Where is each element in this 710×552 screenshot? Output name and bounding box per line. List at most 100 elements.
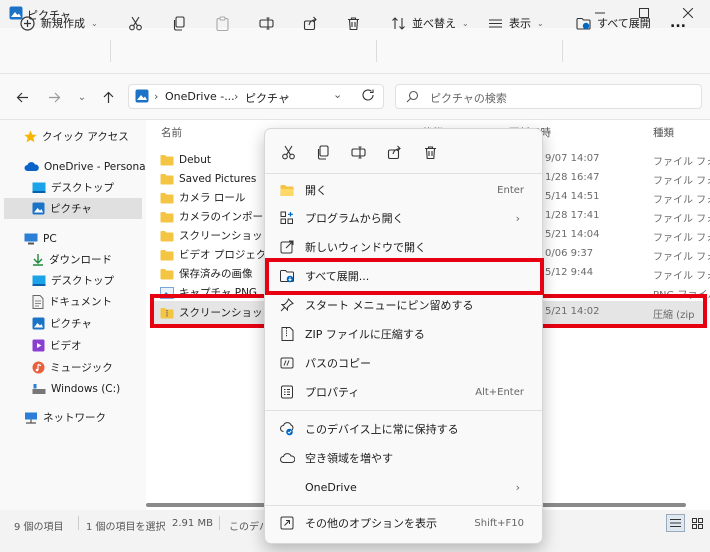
menu-item-shortcut: Shift+F10: [474, 517, 524, 529]
more-options-icon: [279, 515, 295, 531]
menu-item-label: 開く: [305, 184, 327, 197]
chevron-down-icon: ⌄: [537, 18, 544, 28]
tiles-view-button[interactable]: [688, 514, 707, 532]
status-info: このデバ: [229, 522, 269, 533]
breadcrumb-pictures[interactable]: ピクチャ: [245, 90, 289, 106]
sidebar-item-videos[interactable]: ビデオ: [32, 335, 82, 356]
menu-item-pin-start[interactable]: スタート メニューにピン留めする: [275, 292, 534, 318]
pc-icon: [24, 233, 38, 245]
recent-dropdown[interactable]: ⌄: [70, 86, 94, 108]
menu-item-more-options[interactable]: その他のオプションを表示 Shift+F10: [275, 510, 534, 536]
menu-item-open-with[interactable]: プログラムから開く ›: [275, 205, 534, 231]
more-button[interactable]: ...: [664, 8, 692, 38]
refresh-icon[interactable]: [361, 88, 375, 102]
sidebar-item-pc[interactable]: PC: [24, 228, 57, 249]
menu-item-compress-zip[interactable]: ZIP ファイルに圧縮する: [275, 321, 534, 347]
extract-all-toolbar-button[interactable]: すべて展開: [570, 8, 657, 38]
column-header-type[interactable]: 種類: [653, 125, 674, 140]
file-type: ファイル フォル: [653, 214, 710, 225]
chevron-down-icon: ⌄: [91, 18, 98, 28]
menu-item-open[interactable]: 開く Enter: [275, 177, 534, 203]
cut-button[interactable]: [122, 8, 149, 38]
ctx-copy-button[interactable]: [310, 139, 336, 165]
file-row-screenshots[interactable]: スクリーンショット: [160, 226, 273, 245]
menu-item-label: スタート メニューにピン留めする: [305, 299, 474, 312]
new-label: 新規作成: [41, 17, 85, 30]
ctx-cut-button[interactable]: [275, 139, 301, 165]
search-placeholder: ピクチャの検索: [430, 92, 507, 105]
extract-all-label: すべて展開: [597, 17, 651, 30]
menu-item-onedrive[interactable]: OneDrive ›: [275, 474, 534, 500]
menu-divider: [265, 505, 542, 506]
menu-divider: [265, 410, 542, 411]
zip-icon: [279, 326, 295, 342]
delete-button[interactable]: [340, 8, 367, 38]
file-row-video-projects[interactable]: ビデオ プロジェクト: [160, 245, 277, 264]
search-box[interactable]: ピクチャの検索: [395, 84, 702, 109]
keep-device-icon: [279, 421, 295, 437]
breadcrumb-onedrive[interactable]: OneDrive -...: [165, 90, 235, 103]
menu-item-shortcut: Enter: [497, 184, 524, 196]
forward-button[interactable]: [42, 86, 66, 108]
menu-item-properties[interactable]: プロパティ Alt+Enter: [275, 379, 534, 405]
address-bar[interactable]: › OneDrive -... › ピクチャ › ⌄: [128, 84, 384, 109]
share-icon: [303, 16, 318, 31]
sidebar-item-downloads[interactable]: ダウンロード: [32, 249, 112, 270]
arrow-right-icon: [48, 91, 61, 104]
ctx-rename-button[interactable]: [345, 139, 371, 165]
rename-button[interactable]: [253, 8, 280, 38]
divider: [78, 516, 79, 530]
file-name: Saved Pictures: [179, 172, 257, 185]
pictures-icon: [32, 317, 45, 330]
sidebar-item-label: ネットワーク: [43, 412, 106, 424]
status-size: 2.91 MB: [172, 518, 213, 529]
breadcrumb-chevron-icon: ›: [234, 90, 239, 103]
free-space-icon: [279, 450, 295, 466]
file-date: 5/21 14:04: [545, 229, 600, 240]
view-button[interactable]: 表示 ⌄: [482, 8, 550, 38]
sidebar-item-network[interactable]: ネットワーク: [24, 407, 106, 428]
sidebar-item-desktop[interactable]: デスクトップ: [32, 270, 114, 291]
sidebar-item-label: ダウンロード: [49, 254, 112, 266]
divider: [562, 40, 563, 62]
menu-item-keep-on-device[interactable]: このデバイス上に常に保持する: [275, 416, 534, 442]
ctx-share-button[interactable]: [381, 139, 407, 165]
copy-button[interactable]: [166, 8, 193, 38]
menu-item-copy-path[interactable]: パスのコピー: [275, 350, 534, 376]
share-button[interactable]: [297, 8, 324, 38]
pin-icon: [279, 297, 295, 313]
sidebar-item-onedrive-pictures[interactable]: ピクチャ: [4, 198, 142, 219]
menu-item-label: プログラムから開く: [305, 212, 404, 225]
up-button[interactable]: [96, 86, 120, 108]
trash-icon: [423, 145, 438, 160]
search-icon: [406, 90, 419, 103]
address-history-chevron-icon[interactable]: ⌄: [333, 88, 342, 101]
sidebar-item-pictures[interactable]: ピクチャ: [32, 313, 92, 334]
file-row-saved-pictures[interactable]: Saved Pictures: [160, 169, 256, 188]
sidebar-item-windows-c[interactable]: Windows (C:): [32, 378, 120, 399]
file-row-camera-import[interactable]: カメラのインポート: [160, 207, 274, 226]
details-view-button[interactable]: [666, 514, 685, 532]
sidebar-item-onedrive[interactable]: OneDrive - Personal: [24, 156, 148, 177]
menu-item-open-new-window[interactable]: 新しいウィンドウで開く: [275, 234, 534, 260]
sidebar-item-quick-access[interactable]: クイック アクセス: [24, 126, 129, 147]
paste-button[interactable]: [209, 8, 236, 38]
new-button[interactable]: 新規作成 ⌄: [14, 8, 104, 38]
copy-icon: [316, 144, 331, 160]
sidebar-item-documents[interactable]: ドキュメント: [32, 291, 112, 312]
scissors-icon: [128, 16, 143, 31]
file-row-debut[interactable]: Debut: [160, 150, 211, 169]
network-icon: [24, 412, 38, 424]
folder-icon: [160, 230, 174, 242]
menu-item-free-space[interactable]: 空き領域を増やす: [275, 445, 534, 471]
column-header-name[interactable]: 名前: [161, 125, 182, 140]
sidebar-item-music[interactable]: ミュージック: [32, 357, 113, 378]
ctx-delete-button[interactable]: [417, 139, 443, 165]
file-row-saved-images[interactable]: 保存済みの画像: [160, 264, 253, 283]
file-row-camera-roll[interactable]: カメラ ロール: [160, 188, 245, 207]
file-name: カメラのインポート: [179, 211, 274, 223]
sort-button[interactable]: 並べ替え ⌄: [385, 8, 475, 38]
back-button[interactable]: [10, 86, 34, 108]
sidebar-item-label: OneDrive - Personal: [44, 160, 149, 173]
sidebar-item-onedrive-desktop[interactable]: デスクトップ: [32, 177, 114, 198]
